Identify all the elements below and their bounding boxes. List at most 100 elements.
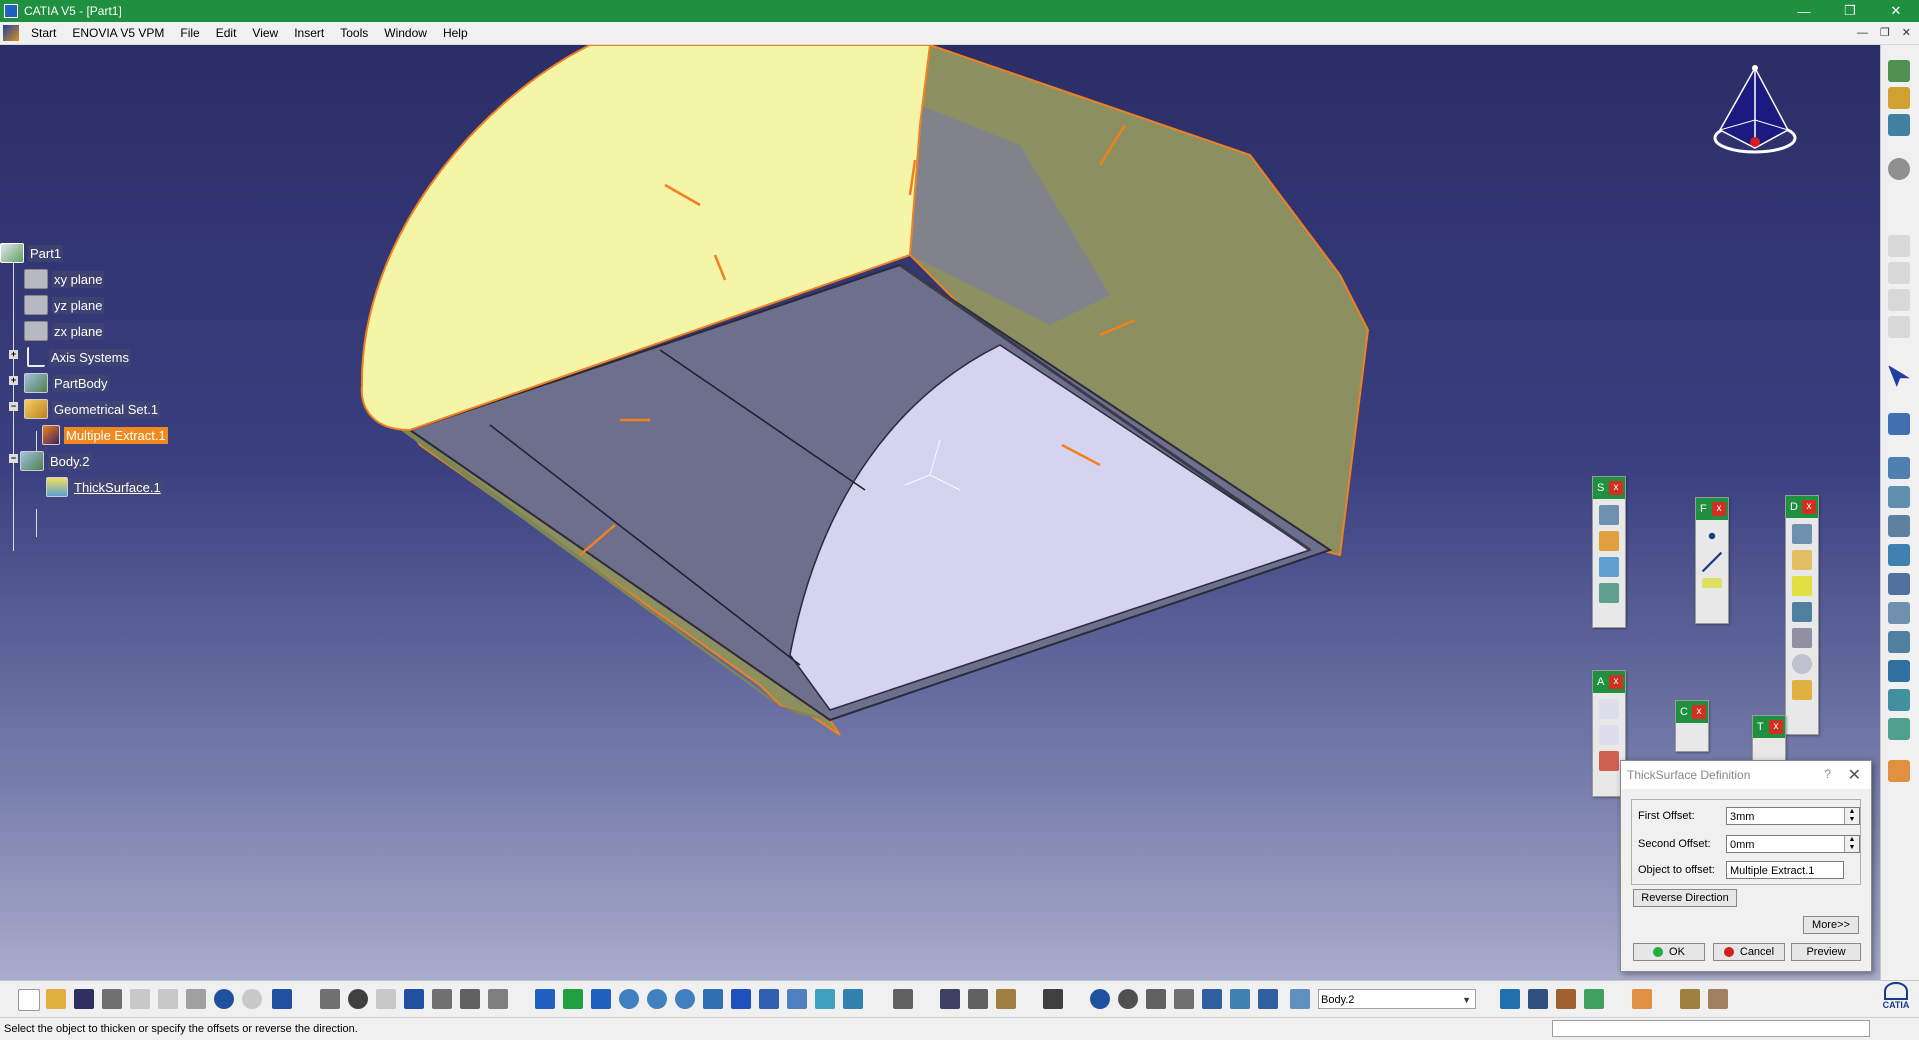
rule-icon[interactable]: [488, 989, 508, 1009]
menu-start[interactable]: Start: [23, 22, 64, 44]
chamfer-icon[interactable]: [1792, 550, 1812, 570]
tree-node-part1[interactable]: Part1: [0, 241, 64, 265]
settings-gear-icon[interactable]: [1888, 158, 1910, 180]
table-icon[interactable]: [404, 989, 424, 1009]
sketcher-icon[interactable]: [1888, 413, 1910, 435]
toolbar-close-icon[interactable]: x: [1802, 500, 1816, 514]
measure-inertia-icon[interactable]: [996, 989, 1016, 1009]
ordered-set-icon[interactable]: [1556, 989, 1576, 1009]
tree-node-partbody[interactable]: PartBody: [24, 371, 110, 395]
3d-compass-icon[interactable]: [1202, 989, 1222, 1009]
copy-icon[interactable]: [158, 989, 178, 1009]
dress-up-features-toolbar[interactable]: Dx: [1785, 495, 1819, 735]
tree-node-geometrical-set[interactable]: Geometrical Set.1: [24, 397, 161, 421]
geometrical-set-tool-icon[interactable]: [1528, 989, 1548, 1009]
pocket-icon[interactable]: [1888, 486, 1910, 508]
close-button[interactable]: ✕: [1873, 0, 1919, 22]
tree-node-axis-systems[interactable]: Axis Systems: [24, 345, 132, 369]
formula-icon[interactable]: [320, 989, 340, 1009]
thick-surface-tool-icon[interactable]: [1599, 557, 1619, 577]
open-file-icon[interactable]: [46, 989, 66, 1009]
body-icon[interactable]: [1290, 989, 1310, 1009]
add-body-icon[interactable]: [1632, 989, 1652, 1009]
work-on-support-icon[interactable]: [1230, 989, 1250, 1009]
surfaces-toolbar[interactable]: Sx: [1592, 476, 1626, 628]
first-offset-input[interactable]: 3mm ▲ ▼: [1726, 807, 1860, 825]
tree-node-body2[interactable]: Body.2: [20, 449, 92, 473]
catalog-icon[interactable]: [432, 989, 452, 1009]
save-icon[interactable]: [74, 989, 94, 1009]
second-offset-spinner[interactable]: ▲ ▼: [1844, 836, 1859, 852]
thickness-icon[interactable]: [1792, 628, 1812, 648]
cut-icon[interactable]: [130, 989, 150, 1009]
reverse-direction-button[interactable]: Reverse Direction: [1633, 889, 1737, 907]
split-icon[interactable]: [1888, 760, 1910, 782]
generative-shape-icon[interactable]: [1888, 87, 1910, 109]
toolbar-close-icon[interactable]: x: [1609, 481, 1623, 495]
ok-button[interactable]: OK: [1633, 943, 1705, 961]
draft-icon[interactable]: [1792, 576, 1812, 596]
reference-elements-toolbar[interactable]: Fx: [1695, 497, 1729, 624]
grid-icon[interactable]: [1174, 989, 1194, 1009]
sheet-metal-icon[interactable]: [1888, 114, 1910, 136]
instantiate-icon[interactable]: [460, 989, 480, 1009]
doc-close-button[interactable]: ✕: [1902, 22, 1911, 44]
slot-icon[interactable]: [1888, 631, 1910, 653]
hole-icon[interactable]: [1888, 573, 1910, 595]
first-offset-spinner[interactable]: ▲ ▼: [1844, 808, 1859, 824]
loft-icon[interactable]: [1888, 689, 1910, 711]
flag-note-icon[interactable]: [1599, 725, 1619, 745]
menu-tools[interactable]: Tools: [332, 22, 376, 44]
menu-edit[interactable]: Edit: [208, 22, 245, 44]
menu-view[interactable]: View: [244, 22, 286, 44]
multi-view-icon[interactable]: [731, 989, 751, 1009]
tree-node-multiple-extract[interactable]: Multiple Extract.1: [42, 423, 168, 447]
rib-icon[interactable]: [1888, 602, 1910, 624]
tree-node-xy-plane[interactable]: xy plane: [24, 267, 105, 291]
object-to-offset-field[interactable]: Multiple Extract.1: [1726, 861, 1844, 879]
pan-icon[interactable]: [591, 989, 611, 1009]
remove-face-icon[interactable]: [1792, 680, 1812, 700]
shading-icon[interactable]: [787, 989, 807, 1009]
toolbar-close-icon[interactable]: x: [1712, 502, 1726, 516]
line-icon[interactable]: [1702, 552, 1722, 572]
current-body-select[interactable]: Body.2 ▼: [1318, 989, 1476, 1009]
rotate-icon[interactable]: [619, 989, 639, 1009]
open-body-icon[interactable]: [1584, 989, 1604, 1009]
shaft-icon[interactable]: [1888, 515, 1910, 537]
more-button[interactable]: More>>: [1803, 916, 1859, 934]
tree-node-thicksurface[interactable]: ThickSurface.1: [46, 475, 163, 499]
menu-help[interactable]: Help: [435, 22, 476, 44]
restore-button[interactable]: ❐: [1827, 0, 1873, 22]
offset-surface-icon[interactable]: [1599, 531, 1619, 551]
measure-between-icon[interactable]: [940, 989, 960, 1009]
zoom-in-icon[interactable]: [647, 989, 667, 1009]
new-file-icon[interactable]: [18, 989, 40, 1011]
capture-icon[interactable]: [1043, 989, 1063, 1009]
boolean-icon[interactable]: [1680, 989, 1700, 1009]
menu-insert[interactable]: Insert: [286, 22, 332, 44]
menu-window[interactable]: Window: [376, 22, 435, 44]
extrude-surface-icon[interactable]: [1599, 505, 1619, 525]
part-design-icon[interactable]: [1888, 60, 1910, 82]
analysis-icon[interactable]: [893, 989, 913, 1009]
tree-node-yz-plane[interactable]: yz plane: [24, 293, 105, 317]
print-icon[interactable]: [102, 989, 122, 1009]
transformation-toolbar[interactable]: Tx: [1752, 715, 1786, 762]
expand-axis-systems-icon[interactable]: +: [9, 350, 18, 359]
plane-tool-icon[interactable]: [1702, 578, 1722, 588]
fly-mode-icon[interactable]: [535, 989, 555, 1009]
pad-icon[interactable]: [1888, 457, 1910, 479]
close-surface-icon[interactable]: [1599, 583, 1619, 603]
3d-viewport[interactable]: Part1 xy plane yz plane zx plane + Axis …: [0, 45, 1880, 980]
swap-space-icon[interactable]: [843, 989, 863, 1009]
point-icon[interactable]: [1702, 526, 1722, 546]
text-annotation-icon[interactable]: [1599, 699, 1619, 719]
hide-show-icon[interactable]: [815, 989, 835, 1009]
iso-view-icon[interactable]: [759, 989, 779, 1009]
measure-item-icon[interactable]: [968, 989, 988, 1009]
fillet-icon[interactable]: [1792, 524, 1812, 544]
cancel-button[interactable]: Cancel: [1713, 943, 1785, 961]
dialog-close-icon[interactable]: ✕: [1848, 765, 1861, 785]
design-table-icon[interactable]: [376, 989, 396, 1009]
